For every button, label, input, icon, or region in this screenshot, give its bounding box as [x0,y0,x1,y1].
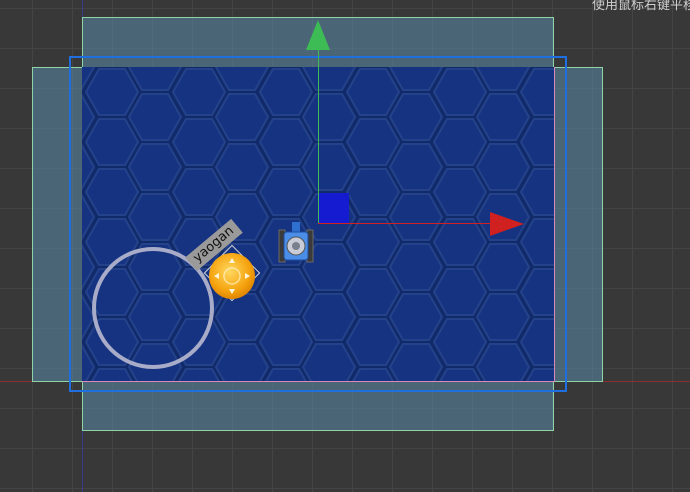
tank-icon[interactable] [278,222,314,266]
gizmo-x-axis-line [318,223,498,224]
gizmo-x-arrow-icon[interactable] [490,212,524,236]
gizmo-y-arrow-icon[interactable] [306,20,330,50]
joystick-knob-icon[interactable] [208,252,256,300]
gizmo-plane-handle[interactable] [319,193,349,223]
viewport-hint: 使用鼠标右键平移 [591,0,690,13]
